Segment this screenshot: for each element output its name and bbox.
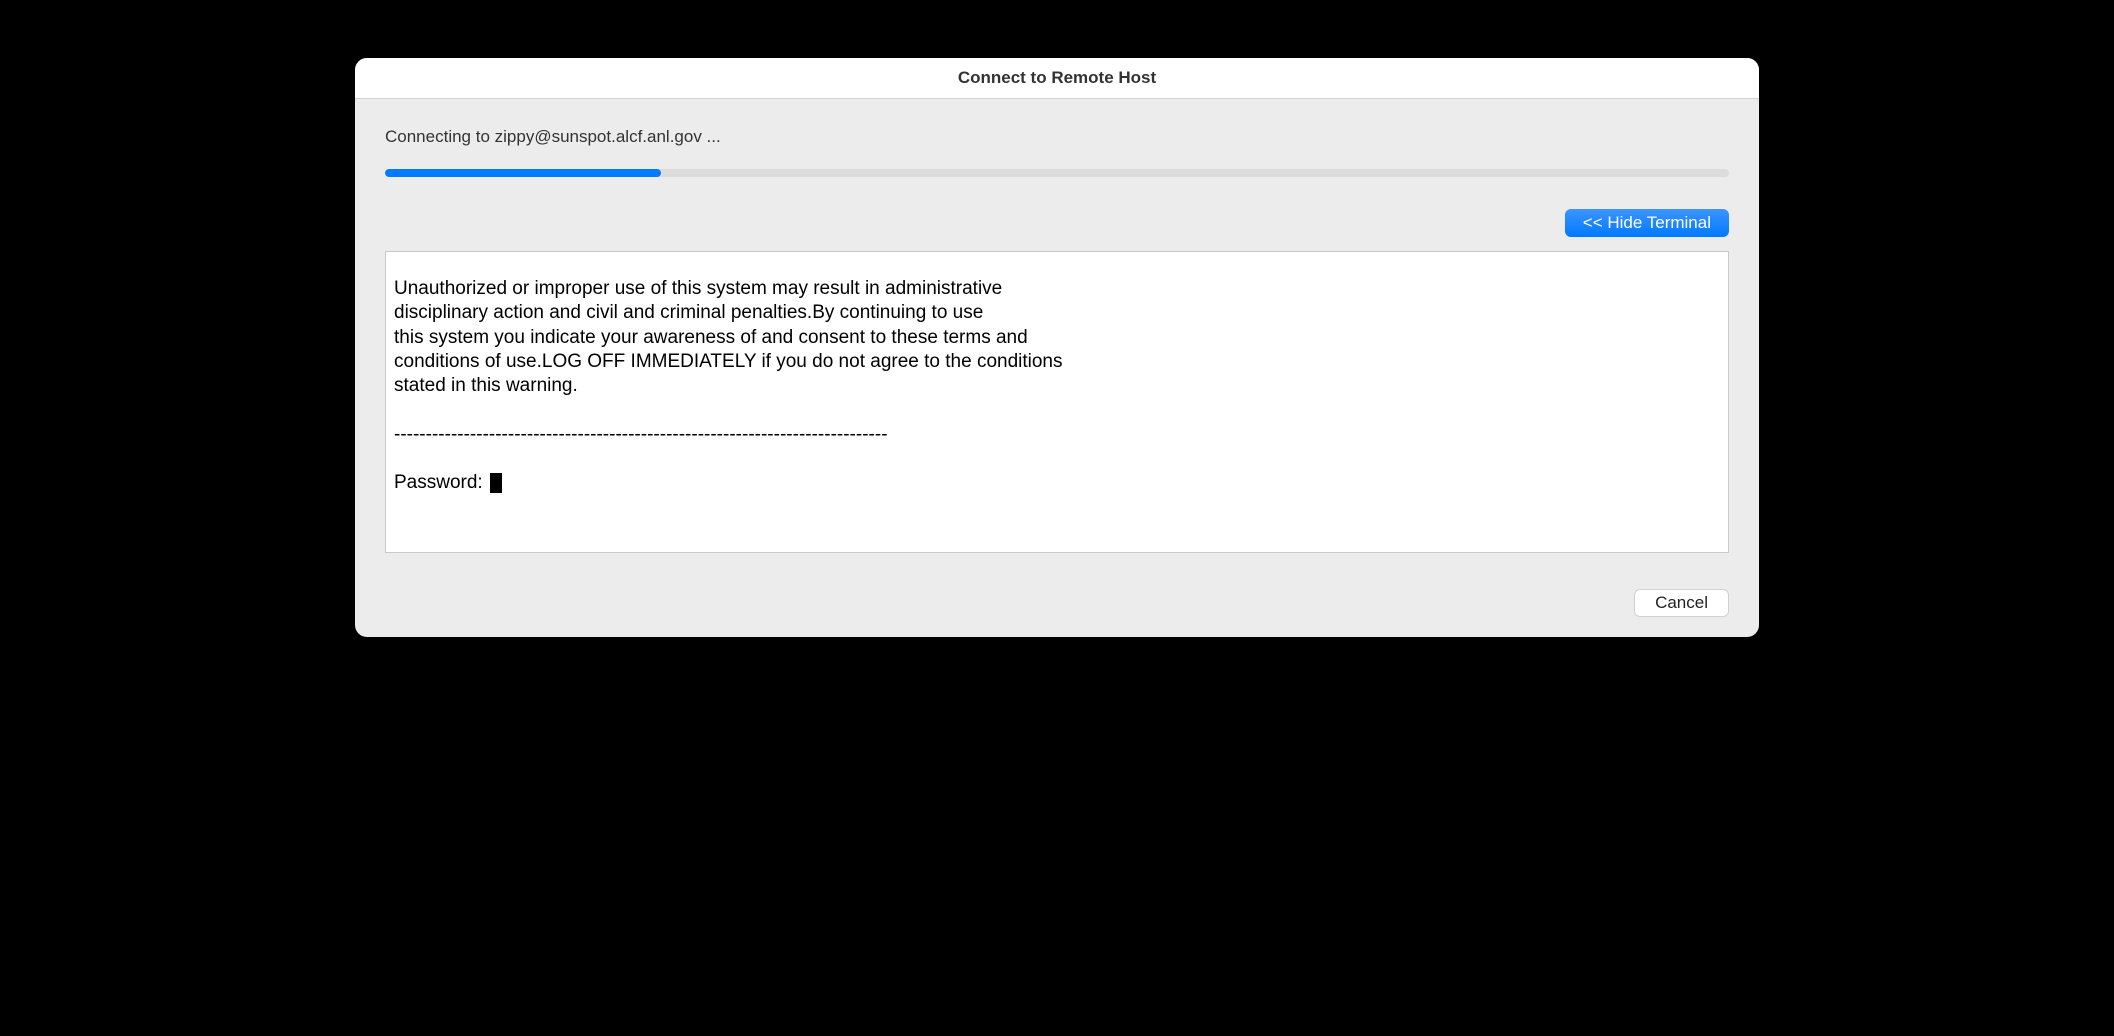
terminal-line: conditions of use.LOG OFF IMMEDIATELY if…	[394, 350, 1720, 374]
terminal-line: ----------------------------------------…	[394, 423, 1720, 447]
connect-dialog: Connect to Remote Host Connecting to zip…	[355, 58, 1759, 637]
dialog-title: Connect to Remote Host	[958, 68, 1156, 88]
cancel-button[interactable]: Cancel	[1634, 589, 1729, 617]
dialog-footer: Cancel	[355, 553, 1759, 637]
dialog-body: Connecting to zippy@sunspot.alcf.anl.gov…	[355, 99, 1759, 637]
terminal-line	[394, 398, 1720, 422]
terminal-line: disciplinary action and civil and crimin…	[394, 301, 1720, 325]
terminal-line: stated in this warning.	[394, 374, 1720, 398]
status-section: Connecting to zippy@sunspot.alcf.anl.gov…	[355, 99, 1759, 195]
terminal-line: Unauthorized or improper use of this sys…	[394, 277, 1720, 301]
terminal-toggle-row: << Hide Terminal	[355, 195, 1759, 251]
terminal-container: this system,the user consents to such in…	[355, 251, 1759, 553]
terminal-line: this system you indicate your awareness …	[394, 326, 1720, 350]
terminal-output[interactable]: this system,the user consents to such in…	[385, 251, 1729, 553]
cursor-icon	[490, 473, 502, 493]
progress-fill	[385, 169, 661, 177]
dialog-titlebar: Connect to Remote Host	[355, 58, 1759, 99]
terminal-line	[394, 253, 1720, 277]
terminal-line	[394, 447, 1720, 471]
password-prompt[interactable]: Password:	[394, 471, 1720, 495]
hide-terminal-button[interactable]: << Hide Terminal	[1565, 209, 1729, 237]
status-text: Connecting to zippy@sunspot.alcf.anl.gov…	[385, 127, 1729, 147]
progress-bar	[385, 169, 1729, 177]
